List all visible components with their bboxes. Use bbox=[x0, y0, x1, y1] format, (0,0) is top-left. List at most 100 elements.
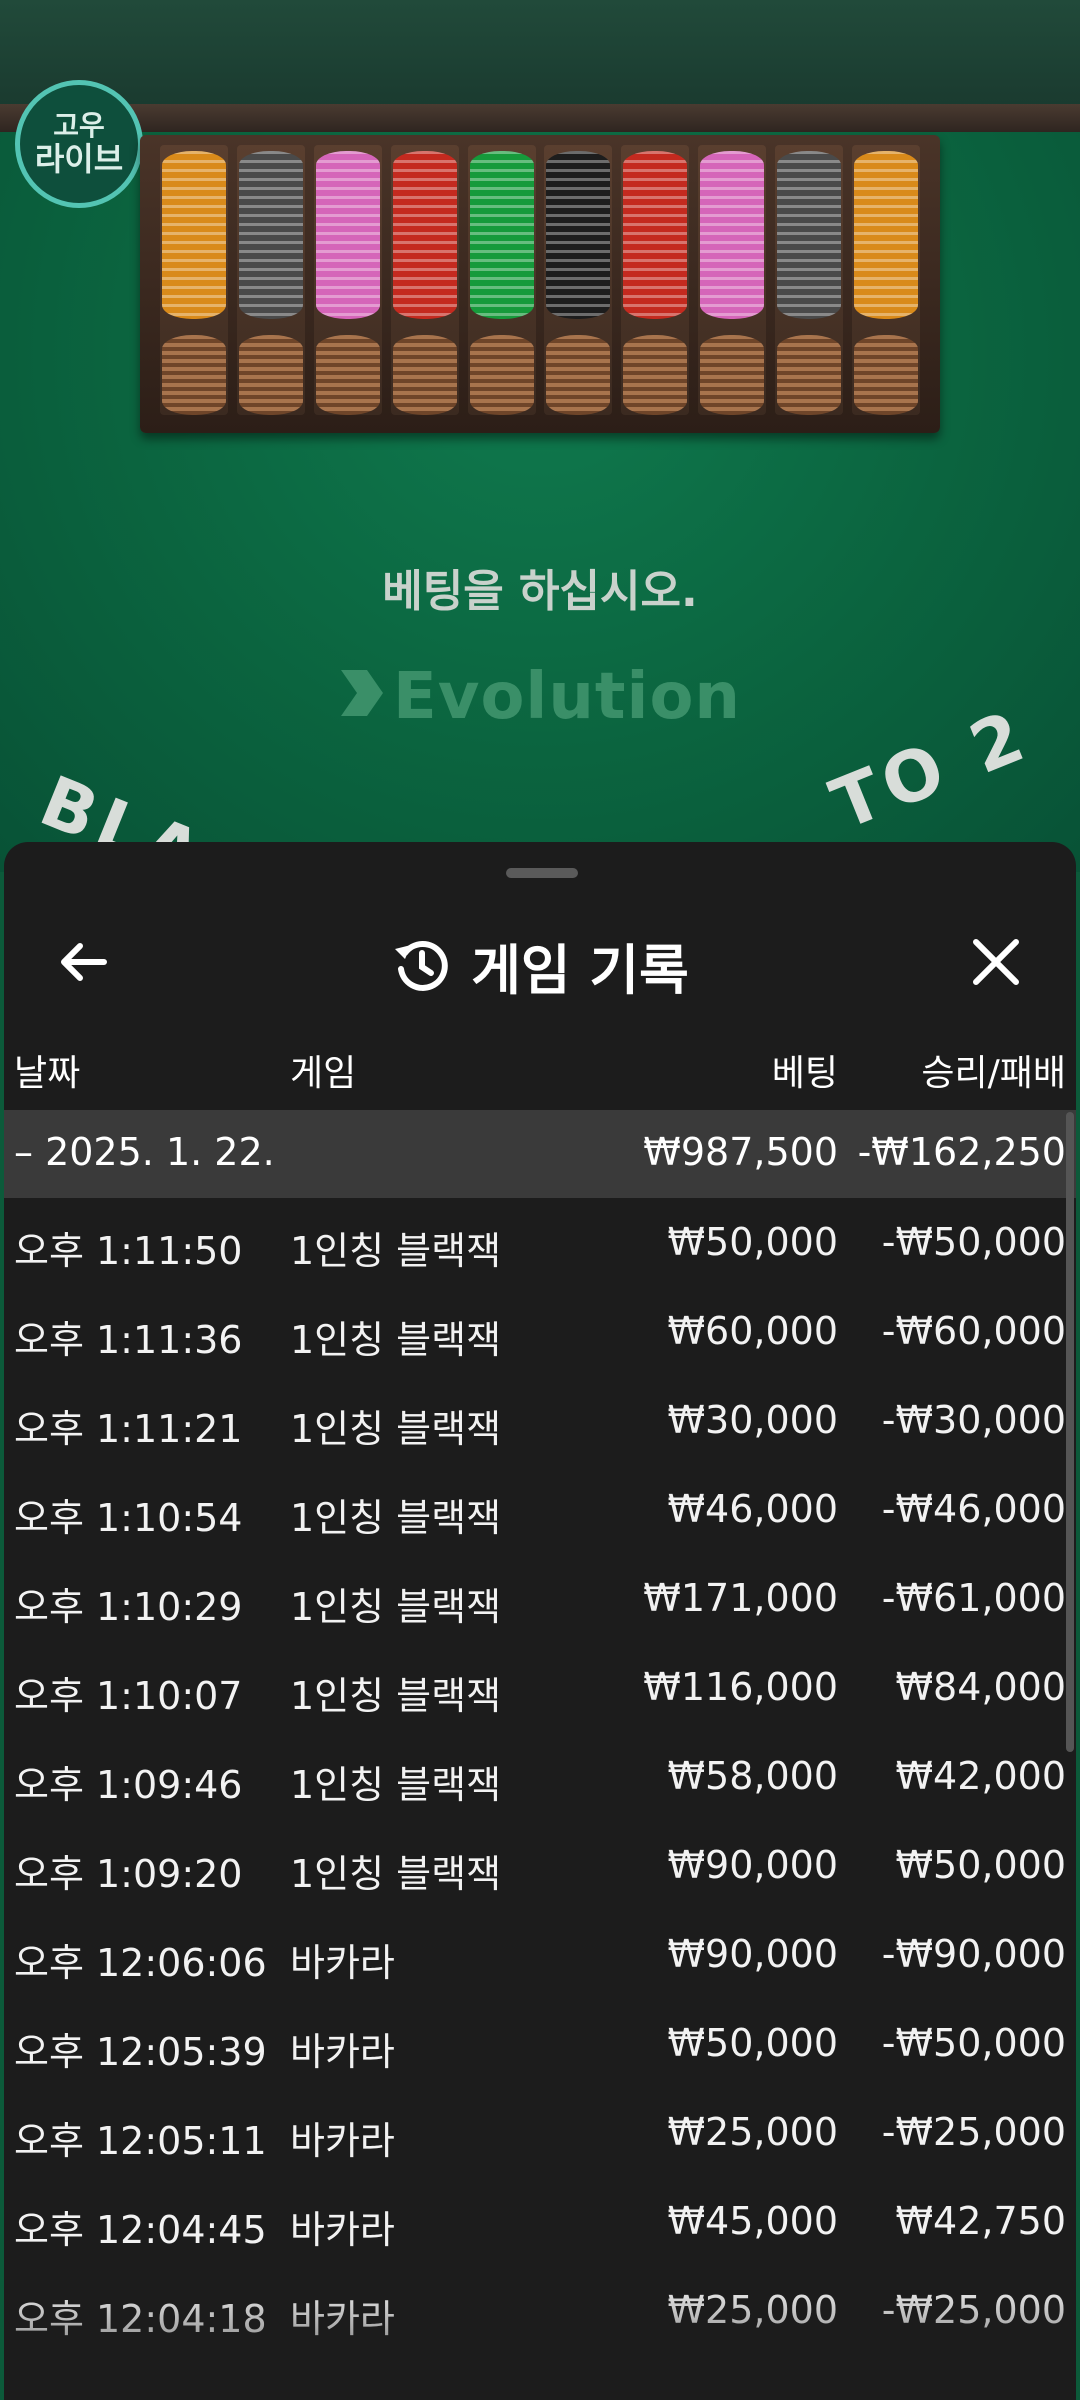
row-game: 바카라 bbox=[290, 2208, 395, 2252]
row-time: 오후 12:06:06 bbox=[14, 1941, 267, 1985]
history-row[interactable]: 오후 12:05:39 바카라 ₩50,000 -₩50,000 bbox=[4, 1999, 1076, 2088]
row-game: 1인칭 블랙잭 bbox=[290, 1407, 502, 1451]
row-time: 오후 1:10:29 bbox=[14, 1585, 243, 1629]
chip-stack-base bbox=[392, 335, 457, 415]
row-time: 오후 1:09:46 bbox=[14, 1763, 243, 1807]
row-game: 1인칭 블랙잭 bbox=[290, 1496, 502, 1540]
bet-message: 베팅을 하십시오. bbox=[382, 566, 698, 617]
row-game: 1인칭 블랙잭 bbox=[290, 1763, 502, 1807]
chip-stack-base bbox=[469, 335, 534, 415]
history-row[interactable]: 오후 1:09:46 1인칭 블랙잭 ₩58,000 ₩42,000 bbox=[4, 1732, 1076, 1821]
row-time: 오후 1:11:50 bbox=[14, 1229, 243, 1273]
column-date[interactable]: 날짜 bbox=[14, 1044, 80, 1096]
chip-slot bbox=[390, 145, 459, 415]
brand-logo[interactable]: 고우 라이브 bbox=[15, 80, 143, 208]
table-top-strip bbox=[0, 0, 1080, 110]
game-history-panel: 게임 기록 날짜 게임 베팅 승리/패배 – 2025. 1. 22. ₩987… bbox=[4, 842, 1076, 2400]
chip-stack-base bbox=[777, 335, 841, 415]
history-icon bbox=[395, 940, 448, 991]
row-bet: ₩90,000 bbox=[667, 1932, 838, 1976]
panel-title: 게임 기록 bbox=[471, 939, 689, 1002]
list-fade bbox=[4, 2282, 1076, 2400]
chip-stack bbox=[853, 151, 918, 319]
row-bet: ₩171,000 bbox=[643, 1576, 838, 1620]
chip-stack-base bbox=[315, 335, 380, 415]
row-result: -₩46,000 bbox=[881, 1487, 1066, 1531]
evolution-brand: Evolution bbox=[0, 660, 1080, 734]
row-time: 오후 12:04:45 bbox=[14, 2208, 267, 2252]
row-time: 오후 1:10:54 bbox=[14, 1496, 243, 1540]
logo-line-2: 라이브 bbox=[34, 140, 124, 178]
row-bet: ₩45,000 bbox=[667, 2199, 838, 2243]
row-result: -₩30,000 bbox=[881, 1398, 1066, 1442]
history-row[interactable]: 오후 1:11:36 1인칭 블랙잭 ₩60,000 -₩60,000 bbox=[4, 1287, 1076, 1376]
history-row[interactable]: 오후 12:05:11 바카라 ₩25,000 -₩25,000 bbox=[4, 2088, 1076, 2177]
chip-stack bbox=[315, 151, 380, 319]
chip-stack bbox=[623, 151, 688, 319]
chip-stack bbox=[469, 151, 534, 319]
close-button[interactable] bbox=[956, 922, 1036, 1002]
panel-title-wrap: 게임 기록 bbox=[4, 926, 1076, 1005]
table-rail bbox=[0, 104, 1080, 132]
row-result: ₩84,000 bbox=[895, 1665, 1066, 1709]
row-game: 바카라 bbox=[290, 2119, 395, 2163]
chip-slot bbox=[775, 145, 843, 415]
row-bet: ₩46,000 bbox=[667, 1487, 838, 1531]
row-time: 오후 12:05:11 bbox=[14, 2119, 267, 2163]
row-bet: ₩60,000 bbox=[667, 1309, 838, 1353]
row-result: -₩50,000 bbox=[881, 1220, 1066, 1264]
row-result: ₩42,750 bbox=[895, 2199, 1066, 2243]
row-time: 오후 1:11:21 bbox=[14, 1407, 243, 1451]
history-row[interactable]: 오후 1:10:29 1인칭 블랙잭 ₩171,000 -₩61,000 bbox=[4, 1554, 1076, 1643]
row-time: 오후 1:09:20 bbox=[14, 1852, 243, 1896]
drag-handle[interactable] bbox=[506, 868, 578, 878]
row-bet: ₩30,000 bbox=[667, 1398, 838, 1442]
row-game: 1인칭 블랙잭 bbox=[290, 1852, 502, 1896]
row-game: 바카라 bbox=[290, 1941, 395, 1985]
column-result[interactable]: 승리/패배 bbox=[921, 1044, 1066, 1096]
row-result: -₩61,000 bbox=[881, 1576, 1066, 1620]
row-bet: ₩116,000 bbox=[643, 1665, 838, 1709]
close-icon bbox=[973, 939, 1019, 985]
evolution-text: Evolution bbox=[393, 660, 741, 734]
chip-stack bbox=[162, 151, 226, 319]
history-list: 오후 1:11:50 1인칭 블랙잭 ₩50,000 -₩50,000 오후 1:11:… bbox=[4, 1198, 1076, 2355]
chip-slot bbox=[851, 145, 920, 415]
chip-slot bbox=[698, 145, 767, 415]
row-result: -₩50,000 bbox=[881, 2021, 1066, 2065]
row-game: 1인칭 블랙잭 bbox=[290, 1229, 502, 1273]
scrollbar[interactable] bbox=[1066, 1112, 1074, 1752]
date-group-result: -₩162,250 bbox=[857, 1130, 1066, 1174]
row-bet: ₩50,000 bbox=[667, 1220, 838, 1264]
history-row[interactable]: 오후 12:04:45 바카라 ₩45,000 ₩42,750 bbox=[4, 2177, 1076, 2266]
chip-slot bbox=[621, 145, 690, 415]
history-row[interactable]: 오후 1:11:21 1인칭 블랙잭 ₩30,000 -₩30,000 bbox=[4, 1376, 1076, 1465]
row-bet: ₩50,000 bbox=[667, 2021, 838, 2065]
row-bet: ₩58,000 bbox=[667, 1754, 838, 1798]
history-row[interactable]: 오후 12:06:06 바카라 ₩90,000 -₩90,000 bbox=[4, 1910, 1076, 1999]
history-row[interactable]: 오후 1:11:50 1인칭 블랙잭 ₩50,000 -₩50,000 bbox=[4, 1198, 1076, 1287]
row-bet: ₩25,000 bbox=[667, 2110, 838, 2154]
chip-stack bbox=[777, 151, 841, 319]
history-row[interactable]: 오후 1:10:54 1인칭 블랙잭 ₩46,000 -₩46,000 bbox=[4, 1465, 1076, 1554]
history-row[interactable]: 오후 1:09:20 1인칭 블랙잭 ₩90,000 ₩50,000 bbox=[4, 1821, 1076, 1910]
date-group-row[interactable]: – 2025. 1. 22. ₩987,500 -₩162,250 bbox=[4, 1110, 1076, 1198]
panel-header: 게임 기록 bbox=[4, 902, 1076, 1022]
row-result: -₩25,000 bbox=[881, 2110, 1066, 2154]
history-row[interactable]: 오후 1:10:07 1인칭 블랙잭 ₩116,000 ₩84,000 bbox=[4, 1643, 1076, 1732]
row-game: 1인칭 블랙잭 bbox=[290, 1674, 502, 1718]
row-bet: ₩90,000 bbox=[667, 1843, 838, 1887]
chip-slot bbox=[160, 145, 228, 415]
column-bet[interactable]: 베팅 bbox=[772, 1044, 838, 1096]
row-game: 바카라 bbox=[290, 2030, 395, 2074]
date-group-bet: ₩987,500 bbox=[643, 1130, 838, 1174]
row-time: 오후 1:11:36 bbox=[14, 1318, 243, 1362]
chip-slot bbox=[236, 145, 305, 415]
chip-stack bbox=[546, 151, 611, 319]
chip-slots bbox=[160, 145, 920, 415]
chip-slot bbox=[313, 145, 382, 415]
chip-stack-base bbox=[162, 335, 226, 415]
chip-stack bbox=[238, 151, 303, 319]
column-game[interactable]: 게임 bbox=[290, 1044, 356, 1096]
chip-slot bbox=[544, 145, 613, 415]
